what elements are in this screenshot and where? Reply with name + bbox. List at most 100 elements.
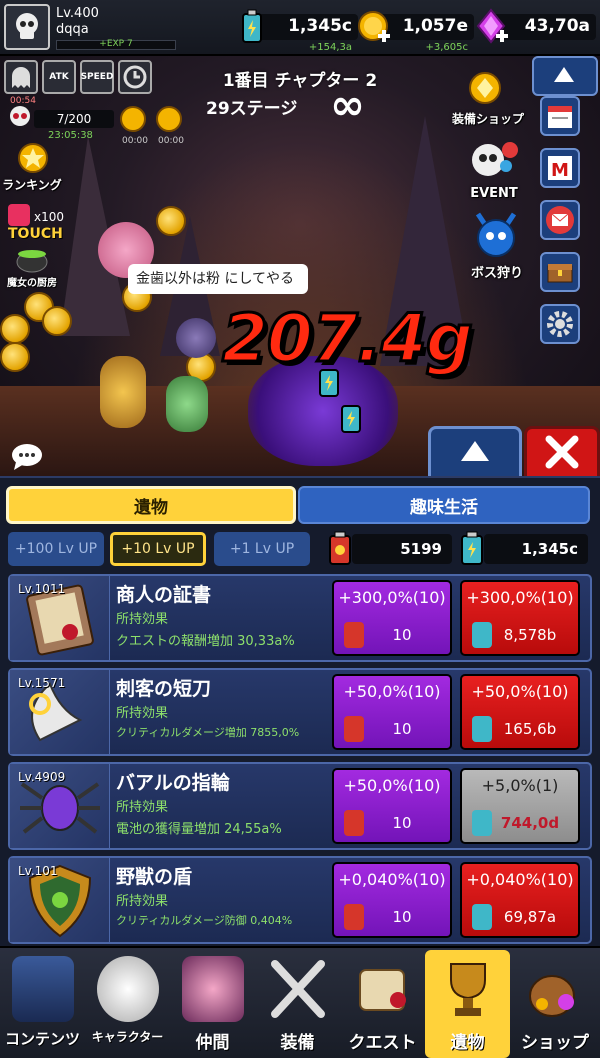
boss-demon-icon[interactable] xyxy=(470,208,522,260)
nav-quest[interactable]: クエスト xyxy=(340,950,425,1058)
crossed-swords-icon xyxy=(271,960,325,1018)
relic-effect: クエストの報酬増加 30,33a% xyxy=(116,634,295,649)
battery-upgrade-button[interactable]: +50,0%(10) 165,6b xyxy=(460,674,580,750)
witch-cauldron-icon[interactable] xyxy=(14,246,50,274)
ticket-upgrade-button[interactable]: +50,0%(10) 10 xyxy=(332,768,452,844)
relic-sub: 所持効果 xyxy=(116,612,169,627)
companion-slot-time-1: 00:00 xyxy=(122,136,148,146)
nav-relic[interactable]: 遺物 xyxy=(425,950,510,1058)
nav-contents[interactable]: コンテンツ xyxy=(0,950,85,1058)
m-notice-icon: M xyxy=(548,156,572,181)
panel-expand-button[interactable] xyxy=(428,426,522,476)
mail-button[interactable] xyxy=(540,200,580,240)
blonde-ally-character xyxy=(100,356,146,428)
relic-effect: クリティカルダメージ増加 7855,0% xyxy=(116,726,300,739)
calendar-icon xyxy=(548,106,572,128)
gold-coin-drop[interactable] xyxy=(42,306,72,336)
chapter-title: 1番目 チャプター 2 xyxy=(222,71,378,91)
lvup-1-button[interactable]: +1 Lv UP xyxy=(214,532,310,566)
tab-hobby[interactable]: 趣味生活 xyxy=(298,486,590,524)
nav-equipment[interactable]: 装備 xyxy=(255,950,340,1058)
calendar-button[interactable] xyxy=(540,96,580,136)
gold-coin-drop[interactable] xyxy=(0,314,30,344)
nav-label: クエスト xyxy=(348,1033,417,1053)
player-avatar[interactable] xyxy=(4,4,50,50)
ticket-upgrade-button[interactable]: +50,0%(10) 10 xyxy=(332,674,452,750)
companion-slot-2[interactable] xyxy=(156,106,182,132)
battery-upgrade-button[interactable]: +0,040%(10) 69,87a xyxy=(460,862,580,938)
battery-rate: +154,3a xyxy=(308,42,352,53)
battery-upgrade-button[interactable]: +300,0%(10) 8,578b xyxy=(460,580,580,656)
mail-m-button[interactable]: M xyxy=(540,148,580,188)
touch-multiplier: x100 xyxy=(34,210,65,224)
player-level: Lv.400 xyxy=(56,6,99,21)
svg-text:M: M xyxy=(551,160,569,181)
chat-bubble-icon[interactable] xyxy=(10,442,44,470)
dark-ally-character xyxy=(176,318,216,358)
party-timer: 23:05:38 xyxy=(48,130,93,141)
gem-resource[interactable]: 43,70a xyxy=(474,4,596,52)
companion-slot-1[interactable] xyxy=(120,106,146,132)
touch-label[interactable]: TOUCH xyxy=(8,226,63,242)
upgrade-amount: +5,0%(1) xyxy=(481,776,559,795)
triangle-up-icon xyxy=(554,67,574,82)
lvup-10-button[interactable]: +10 Lv UP xyxy=(110,532,206,566)
gear-icon xyxy=(547,311,573,337)
upgrade-amount: +300,0%(10) xyxy=(466,588,574,607)
ranking-crown-icon[interactable] xyxy=(16,142,50,174)
gold-value: 1,057e xyxy=(402,16,468,36)
tab-relic[interactable]: 遺物 xyxy=(6,486,296,524)
upgrade-cost: 10 xyxy=(392,626,412,644)
relic-name: 商人の証書 xyxy=(116,584,212,606)
boss-hunt-label: ボス狩り xyxy=(470,266,523,281)
relic-effect: 電池の獲得量増加 24,55a% xyxy=(116,822,282,837)
battle-scene[interactable]: 00:54 ATK SPEED 7/200 23:05:38 00:00 00:… xyxy=(0,56,600,476)
relic-level: Lv.1571 xyxy=(18,676,66,690)
lvup-100-button[interactable]: +100 Lv UP xyxy=(8,532,104,566)
damage-number: 207.4g xyxy=(220,299,474,379)
party-skull-icon xyxy=(10,106,30,126)
envelope-icon xyxy=(546,206,574,234)
relic-effect: クリティカルダメージ防御 0,404% xyxy=(116,914,293,927)
inventory-button[interactable] xyxy=(540,252,580,292)
upgrade-cost: 165,6b xyxy=(503,720,557,738)
equip-shop-icon[interactable] xyxy=(462,66,508,106)
gold-resource[interactable]: 1,057e +3,605c xyxy=(356,4,474,53)
relic-ticket-icon xyxy=(329,531,351,565)
gold-coin-plus-icon xyxy=(358,11,390,42)
relic-sub: 所持効果 xyxy=(116,894,169,909)
nav-shop[interactable]: ショップ xyxy=(510,950,600,1058)
settings-button[interactable] xyxy=(540,304,580,344)
upgrade-amount: +50,0%(10) xyxy=(343,682,441,701)
battery-upgrade-button-disabled[interactable]: +5,0%(1) 744,0d xyxy=(460,768,580,844)
battery-icon xyxy=(461,531,483,565)
panel-close-button[interactable] xyxy=(524,426,600,476)
relic-panel: 遺物 趣味生活 +100 Lv UP +10 Lv UP +1 Lv UP 51… xyxy=(0,476,600,946)
player-name: dqqa xyxy=(56,22,89,37)
ticket-upgrade-button[interactable]: +0,040%(10) 10 xyxy=(332,862,452,938)
touch-video-icon[interactable] xyxy=(8,204,30,226)
event-skull-balloon-icon[interactable] xyxy=(466,136,522,188)
nav-companions[interactable]: 仲間 xyxy=(170,950,255,1058)
infinite-loop-icon[interactable]: ∞ xyxy=(330,80,365,129)
nav-label: 遺物 xyxy=(450,1033,485,1053)
relic-row: Lv.101 野獣の盾 所持効果 クリティカルダメージ防御 0,404% +0,… xyxy=(8,856,592,944)
relic-row: Lv.1571 刺客の短刀 所持効果 クリティカルダメージ増加 7855,0% … xyxy=(8,668,592,756)
battery-drop-icon[interactable] xyxy=(338,402,364,436)
nav-label: 装備 xyxy=(280,1033,315,1053)
battery-icon xyxy=(242,9,262,43)
skull-mask-icon xyxy=(97,956,159,1022)
trophy-icon xyxy=(450,963,486,1016)
gold-coin-drop[interactable] xyxy=(0,342,30,372)
gold-coin-drop[interactable] xyxy=(156,206,186,236)
treasure-chest-icon xyxy=(547,264,573,283)
gold-rate: +3,605c xyxy=(425,42,468,53)
upgrade-cost: 10 xyxy=(392,814,412,832)
upgrade-amount: +0,040%(10) xyxy=(338,870,446,889)
treasure-bag-icon xyxy=(529,975,575,1017)
collapse-menu-button[interactable] xyxy=(532,56,598,96)
nav-character[interactable]: キャラクター xyxy=(85,950,170,1058)
witch-icon xyxy=(182,956,244,1022)
ticket-upgrade-button[interactable]: +300,0%(10) 10 xyxy=(332,580,452,656)
upgrade-amount: +300,0%(10) xyxy=(338,588,446,607)
